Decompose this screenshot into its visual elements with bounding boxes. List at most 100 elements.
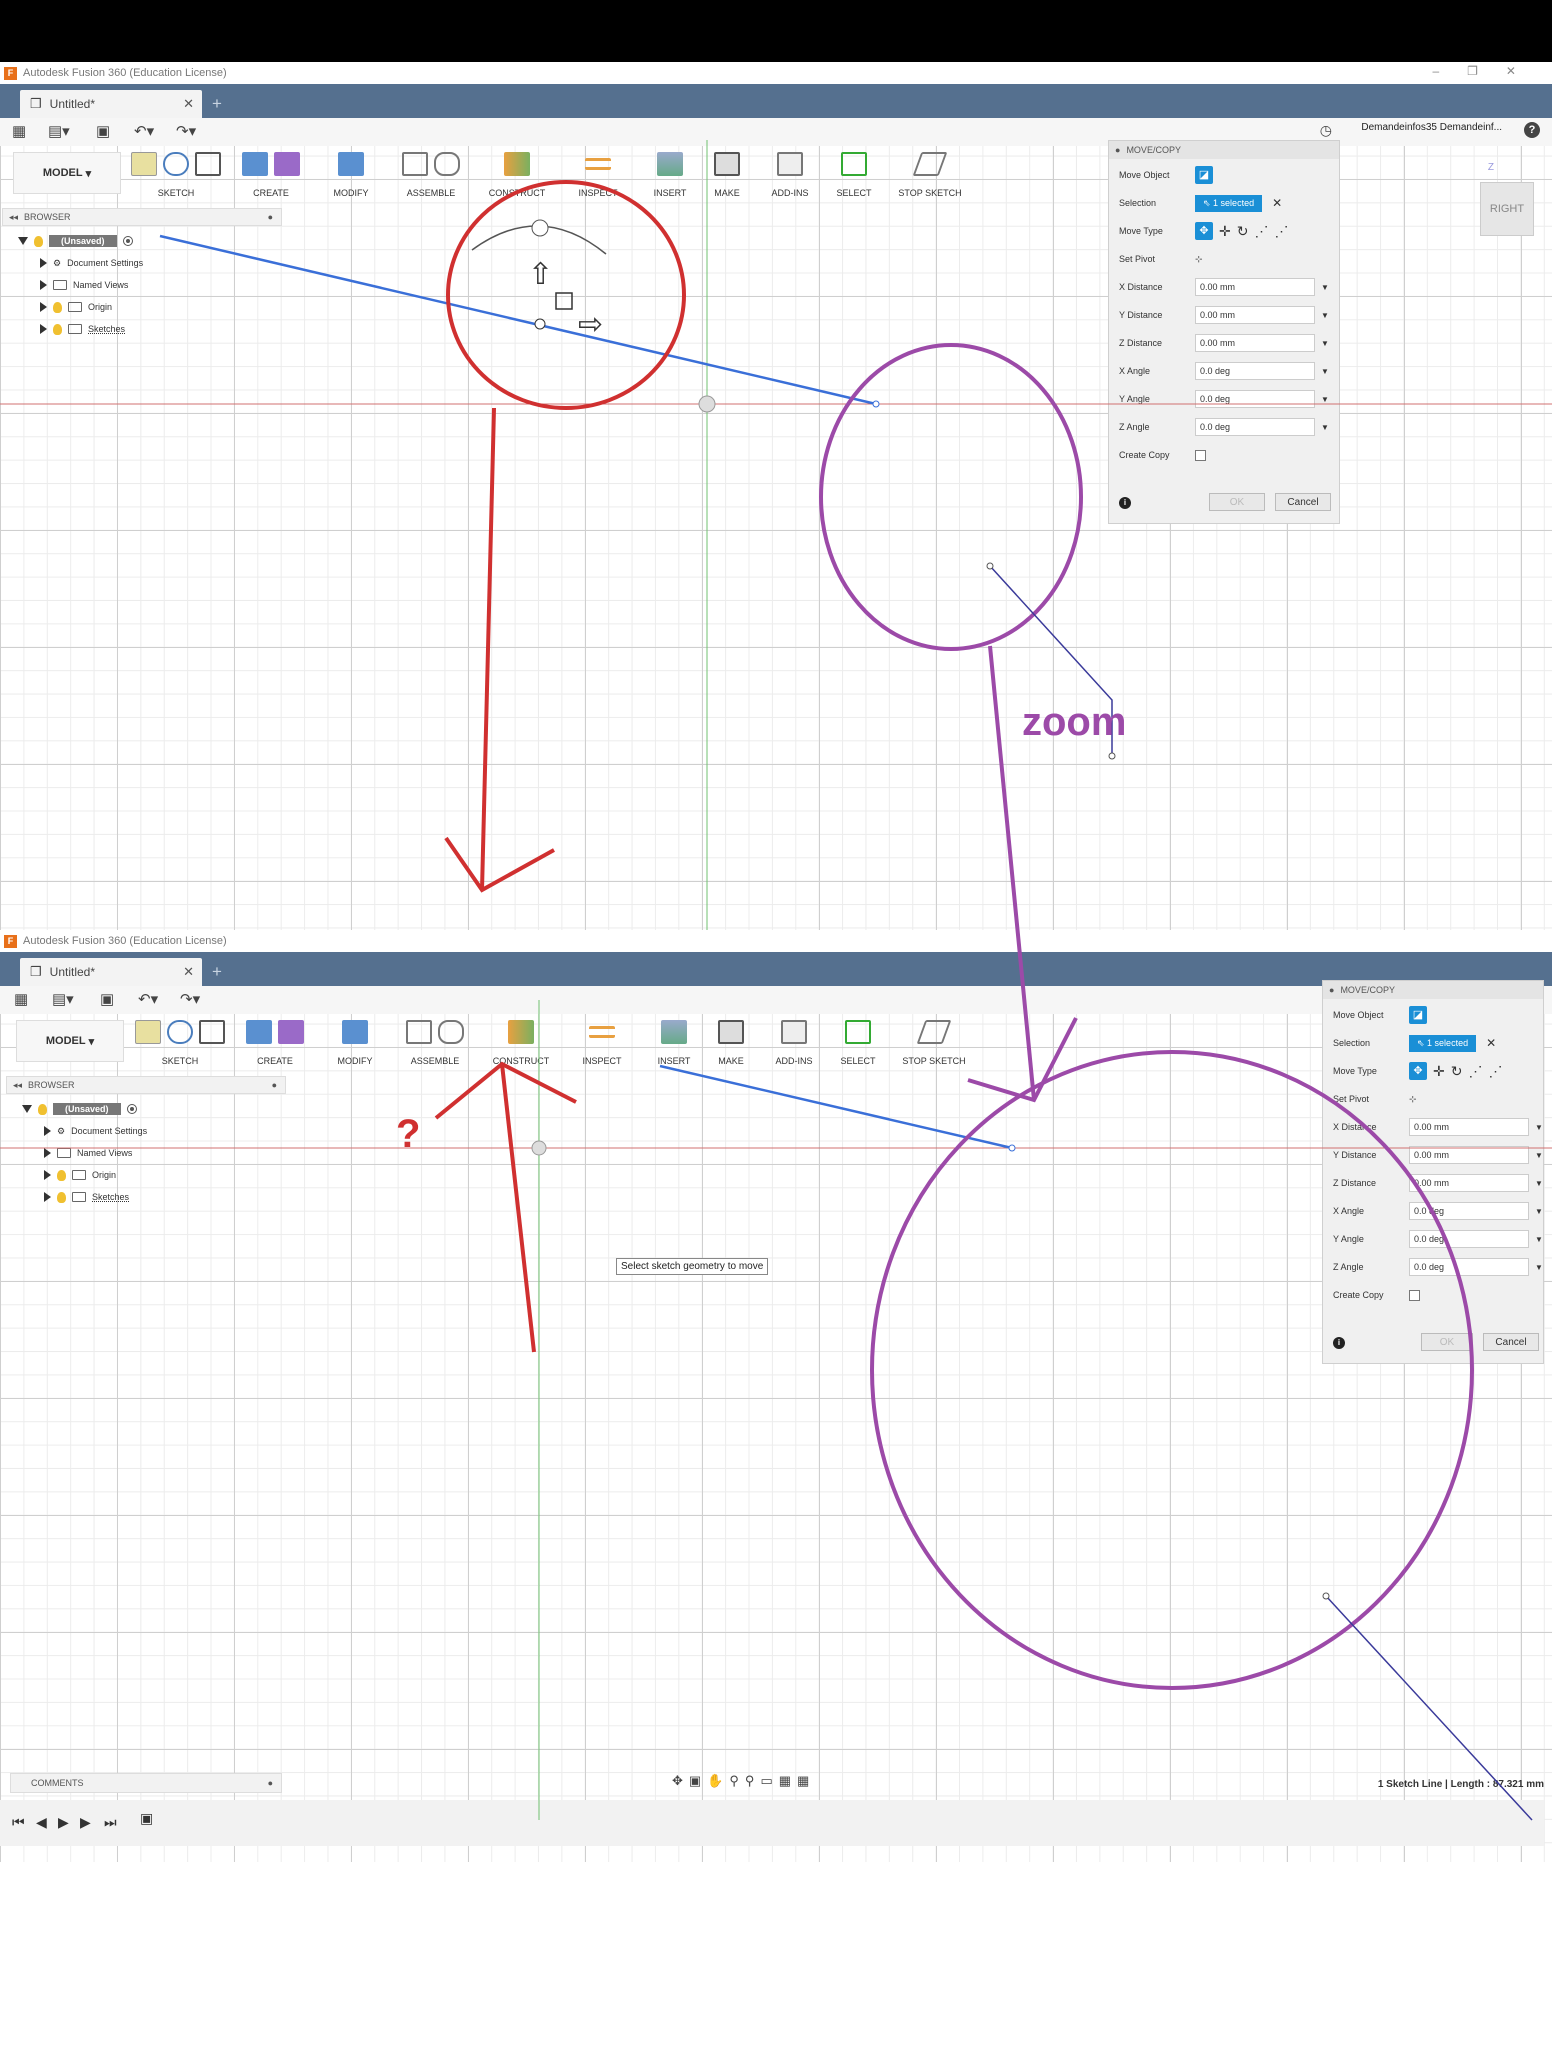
- activate-icon[interactable]: [122, 236, 133, 246]
- toolbar-sketch[interactable]: SKETCH: [130, 1014, 230, 1072]
- info-icon[interactable]: i: [1119, 497, 1131, 509]
- expand-icon[interactable]: [40, 324, 47, 334]
- visibility-bulb-icon[interactable]: [34, 235, 43, 247]
- dropdown-icon[interactable]: ▼: [1535, 1179, 1543, 1188]
- pin-icon[interactable]: ●: [268, 212, 273, 222]
- workspace-switcher[interactable]: MODEL ▾: [13, 152, 121, 194]
- x-distance-input[interactable]: 0.00 mm: [1195, 278, 1315, 296]
- save-icon[interactable]: ▣: [100, 990, 114, 1008]
- document-tab[interactable]: ❒ Untitled* ✕: [20, 958, 202, 986]
- visibility-bulb-icon[interactable]: [53, 323, 62, 335]
- y-angle-input[interactable]: 0.0 deg: [1409, 1230, 1529, 1248]
- y-distance-input[interactable]: 0.00 mm: [1195, 306, 1315, 324]
- point-to-position-icon[interactable]: ⋰: [1488, 1063, 1502, 1080]
- toolbar-construct[interactable]: CONSTRUCT: [482, 146, 552, 204]
- workspace-switcher[interactable]: MODEL ▾: [16, 1020, 124, 1062]
- x-distance-input[interactable]: 0.00 mm: [1409, 1118, 1529, 1136]
- new-tab-icon[interactable]: +: [212, 94, 222, 114]
- point-to-point-icon[interactable]: ⋰: [1468, 1063, 1482, 1080]
- close-icon[interactable]: ✕: [183, 96, 194, 112]
- comments-panel[interactable]: COMMENTS ●: [10, 1773, 282, 1793]
- tree-root[interactable]: (Unsaved): [18, 230, 143, 252]
- zoom-icon[interactable]: ⚲: [729, 1773, 745, 1788]
- viewcube[interactable]: RIGHT: [1480, 182, 1534, 236]
- toolbar-select[interactable]: SELECT: [826, 146, 882, 204]
- free-move-icon[interactable]: ✥: [1195, 222, 1213, 240]
- toolbar-add-ins[interactable]: ADD-INS: [762, 1014, 826, 1072]
- selection-button[interactable]: ⇖ 1 selected: [1195, 194, 1263, 212]
- z-angle-input[interactable]: 0.0 deg: [1409, 1258, 1529, 1276]
- sketch-feature-icon[interactable]: ▣: [140, 1810, 153, 1827]
- look-at-icon[interactable]: ▣: [689, 1773, 707, 1788]
- x-angle-input[interactable]: 0.0 deg: [1409, 1202, 1529, 1220]
- pan-icon[interactable]: ✋: [707, 1773, 729, 1788]
- play-icon[interactable]: ▶: [58, 1814, 69, 1831]
- translate-icon[interactable]: ✛: [1219, 223, 1231, 240]
- dropdown-icon[interactable]: ▼: [1535, 1207, 1543, 1216]
- rotate-icon[interactable]: ↻: [1451, 1063, 1463, 1080]
- z-distance-input[interactable]: 0.00 mm: [1409, 1174, 1529, 1192]
- toolbar-create[interactable]: CREATE: [236, 146, 306, 204]
- move-object-icon[interactable]: ◪: [1195, 166, 1213, 184]
- save-icon[interactable]: ▣: [96, 122, 110, 140]
- tree-item[interactable]: Named Views: [18, 274, 143, 296]
- document-tab[interactable]: ❒ Untitled* ✕: [20, 90, 202, 118]
- z-distance-input[interactable]: 0.00 mm: [1195, 334, 1315, 352]
- point-to-position-icon[interactable]: ⋰: [1274, 223, 1288, 240]
- y-angle-input[interactable]: 0.0 deg: [1195, 390, 1315, 408]
- canvas-grid[interactable]: F Autodesk Fusion 360 (Education License…: [0, 930, 1552, 1862]
- translate-icon[interactable]: ✛: [1433, 1063, 1445, 1080]
- toolbar-make[interactable]: MAKE: [704, 1014, 758, 1072]
- toolbar-add-ins[interactable]: ADD-INS: [758, 146, 822, 204]
- tree-item[interactable]: Origin: [22, 1164, 147, 1186]
- collapse-icon[interactable]: ◂◂: [9, 212, 18, 223]
- pin-icon[interactable]: ●: [272, 1080, 277, 1090]
- expand-icon[interactable]: [44, 1126, 51, 1136]
- tree-item[interactable]: Sketches: [18, 318, 143, 340]
- browser-header[interactable]: ◂◂ BROWSER ●: [2, 208, 282, 226]
- app-grid-icon[interactable]: ▦: [12, 122, 26, 140]
- redo-icon[interactable]: ↷▾: [180, 990, 200, 1008]
- toolbar-inspect[interactable]: INSPECT: [568, 146, 628, 204]
- grid-icon[interactable]: ▦: [779, 1773, 797, 1788]
- go-to-end-icon[interactable]: ⏭: [104, 1814, 117, 1831]
- cancel-button[interactable]: Cancel: [1275, 493, 1331, 511]
- toolbar-select[interactable]: SELECT: [830, 1014, 886, 1072]
- tree-item[interactable]: Sketches: [22, 1186, 147, 1208]
- dropdown-icon[interactable]: ▼: [1535, 1263, 1543, 1272]
- toolbar-insert[interactable]: INSERT: [644, 1014, 704, 1072]
- pin-icon[interactable]: ●: [268, 1778, 273, 1788]
- toolbar-sketch[interactable]: SKETCH: [126, 146, 226, 204]
- expand-icon[interactable]: [40, 280, 47, 290]
- tree-item[interactable]: Origin: [18, 296, 143, 318]
- new-tab-icon[interactable]: +: [212, 962, 222, 982]
- dropdown-icon[interactable]: ▼: [1535, 1151, 1543, 1160]
- toolbar-assemble[interactable]: ASSEMBLE: [396, 146, 466, 204]
- expand-icon[interactable]: [22, 1105, 32, 1113]
- visibility-bulb-icon[interactable]: [38, 1103, 47, 1115]
- expand-icon[interactable]: [44, 1148, 51, 1158]
- toolbar-create[interactable]: CREATE: [240, 1014, 310, 1072]
- step-back-icon[interactable]: ◀: [36, 1814, 47, 1831]
- undo-icon[interactable]: ↶▾: [138, 990, 158, 1008]
- go-to-start-icon[interactable]: ⏮: [12, 1814, 25, 1831]
- collapse-icon[interactable]: ◂◂: [13, 1080, 22, 1091]
- dropdown-icon[interactable]: ▼: [1321, 339, 1329, 348]
- file-menu-icon[interactable]: ▤▾: [52, 990, 74, 1008]
- user-menu[interactable]: Demandeinfos35 Demandeinf...: [1361, 122, 1502, 133]
- toolbar-insert[interactable]: INSERT: [640, 146, 700, 204]
- toolbar-stop-sketch[interactable]: STOP SKETCH: [892, 1014, 976, 1072]
- pivot-icon[interactable]: ⊹: [1195, 254, 1203, 265]
- create-copy-checkbox[interactable]: [1195, 449, 1206, 461]
- tree-item[interactable]: ⚙ Document Settings: [18, 252, 143, 274]
- dropdown-icon[interactable]: ▼: [1321, 311, 1329, 320]
- visibility-bulb-icon[interactable]: [57, 1169, 66, 1181]
- visibility-bulb-icon[interactable]: [57, 1191, 66, 1203]
- tree-item[interactable]: Named Views: [22, 1142, 147, 1164]
- expand-icon[interactable]: [40, 258, 47, 268]
- tree-root[interactable]: (Unsaved): [22, 1098, 147, 1120]
- canvas-grid[interactable]: F Autodesk Fusion 360 (Education License…: [0, 62, 1552, 930]
- create-copy-checkbox[interactable]: [1409, 1289, 1420, 1301]
- browser-header[interactable]: ◂◂ BROWSER ●: [6, 1076, 286, 1094]
- clear-selection-icon[interactable]: ✕: [1272, 196, 1282, 210]
